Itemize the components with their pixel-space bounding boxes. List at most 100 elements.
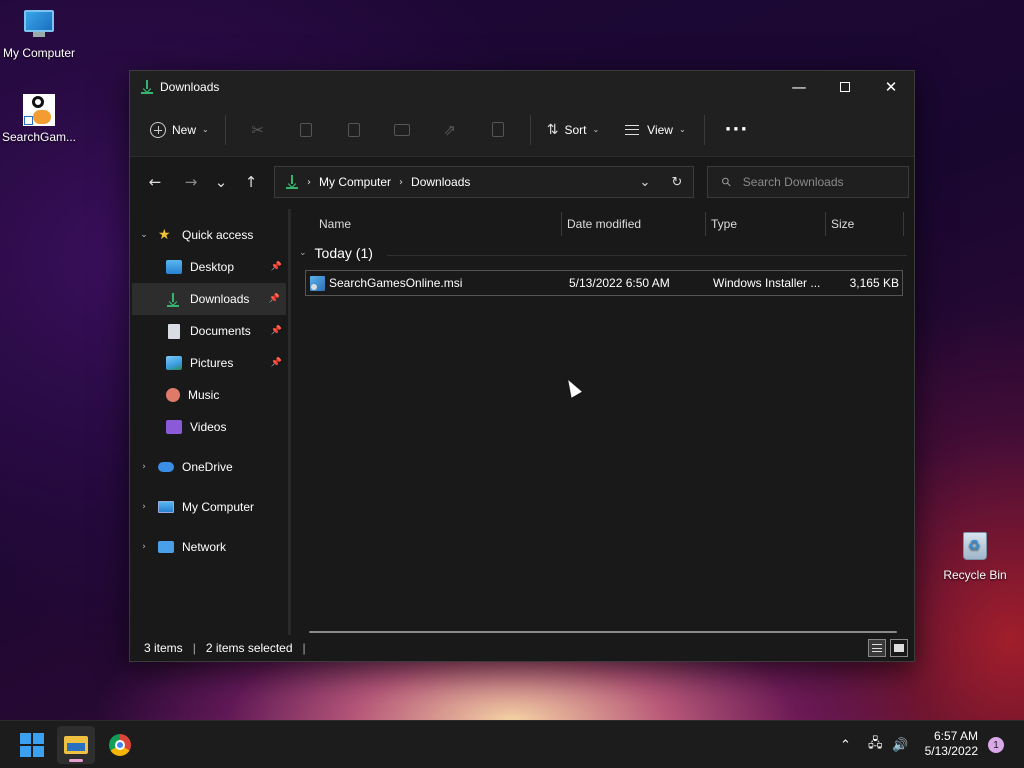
breadcrumb-my-computer[interactable]: My Computer [319, 175, 391, 189]
toolbar-divider [529, 114, 531, 145]
see-more-button[interactable]: ··· [713, 119, 761, 140]
tiles-view-icon [894, 644, 904, 652]
chevron-down-icon: ⌄ [299, 248, 307, 258]
new-button[interactable]: New ⌄ [142, 113, 217, 147]
chevron-right-icon[interactable]: › [130, 502, 158, 512]
navigation-bar: ← → ⌄ ↑ › My Computer › Downloads ⌄ ↻ ⚲ [130, 157, 914, 207]
selection-count: 2 items selected [205, 641, 293, 655]
column-header-name[interactable]: Name [319, 209, 351, 239]
desktop-icon-searchgames[interactable]: SearchGam... [0, 94, 78, 144]
notification-badge[interactable]: 1 [988, 737, 1004, 753]
file-size: 3,165 KB [849, 276, 899, 290]
sidebar-item-my-computer[interactable]: › My Computer [130, 491, 288, 523]
sidebar-item-music[interactable]: Music [130, 379, 288, 411]
pin-icon: 📌 [270, 358, 282, 368]
network-status-icon[interactable]: 🖧 [868, 734, 886, 756]
sidebar-item-documents[interactable]: Documents 📌 [130, 315, 288, 347]
search-input[interactable] [742, 175, 893, 189]
forward-button[interactable]: → [176, 167, 206, 197]
status-bar: 3 items | 2 items selected | [130, 635, 914, 661]
start-button[interactable] [13, 726, 51, 764]
tiles-view-button[interactable] [890, 639, 908, 657]
sidebar-item-label: My Computer [182, 500, 255, 514]
search-box[interactable]: ⚲ [707, 166, 909, 198]
active-app-indicator [69, 759, 83, 762]
taskbar-clock[interactable]: 6:57 AM 5/13/2022 [925, 729, 978, 759]
recycle-bin-icon [959, 532, 991, 564]
address-history-button[interactable]: ⌄ [629, 175, 661, 190]
table-row[interactable]: SearchGamesOnline.msi 5/13/2022 6:50 AM … [305, 270, 903, 296]
sidebar-item-desktop[interactable]: Desktop 📌 [130, 251, 288, 283]
desktop-icon-my-computer[interactable]: My Computer [0, 8, 78, 60]
sidebar-item-network[interactable]: › Network [130, 531, 288, 563]
volume-icon[interactable]: 🔊 [892, 738, 908, 753]
up-button[interactable]: ↑ [236, 167, 266, 197]
close-button[interactable]: ✕ [868, 71, 914, 103]
chevron-down-icon[interactable]: ⌄ [130, 230, 158, 240]
sidebar-item-videos[interactable]: Videos [130, 411, 288, 443]
column-header-date-modified[interactable]: Date modified [567, 209, 641, 239]
status-divider: | [302, 641, 306, 655]
sidebar-item-quick-access[interactable]: ⌄ ★ Quick access [130, 219, 288, 251]
column-divider[interactable] [903, 212, 904, 236]
column-divider[interactable] [825, 212, 826, 236]
title-bar[interactable]: Downloads — ✕ [130, 71, 914, 103]
downloads-icon [166, 292, 182, 307]
chevron-right-icon: › [399, 176, 404, 188]
sidebar-item-label: Music [188, 388, 220, 402]
delete-icon [491, 122, 504, 137]
delete-button[interactable] [474, 113, 522, 147]
sidebar-item-pictures[interactable]: Pictures 📌 [130, 347, 288, 379]
column-divider[interactable] [561, 212, 562, 236]
chevron-right-icon[interactable]: › [130, 462, 158, 472]
file-explorer-icon [64, 736, 88, 754]
videos-icon [166, 420, 182, 434]
column-header-type[interactable]: Type [711, 209, 737, 239]
paste-button[interactable] [330, 113, 378, 147]
recent-locations-button[interactable]: ⌄ [206, 167, 236, 197]
sidebar-item-label: Documents [190, 324, 251, 338]
horizontal-scrollbar[interactable] [309, 631, 897, 633]
chevron-down-icon: ⌄ [592, 125, 600, 134]
maximize-button[interactable] [822, 71, 868, 103]
desktop-icon-recycle-bin[interactable]: Recycle Bin [936, 530, 1014, 582]
column-divider[interactable] [705, 212, 706, 236]
desktop-icon-label: SearchGam... [1, 130, 77, 144]
view-button[interactable]: View ⌄ [617, 113, 694, 147]
sidebar-item-label: Desktop [190, 260, 235, 274]
toolbar-divider [224, 114, 226, 145]
new-label: New [172, 122, 197, 137]
address-bar[interactable]: › My Computer › Downloads ⌄ ↻ [274, 166, 694, 198]
sort-button[interactable]: ⇅ Sort ⌄ [539, 113, 607, 147]
group-header-today[interactable]: ⌄ Today (1) [299, 245, 373, 261]
sidebar-item-downloads[interactable]: Downloads 📌 [132, 283, 286, 315]
copy-button[interactable] [282, 113, 330, 147]
taskbar: ⌃ 🖧 🔊 6:57 AM 5/13/2022 1 [0, 720, 1024, 768]
downloads-icon [285, 174, 299, 190]
monitor-icon [23, 10, 55, 42]
column-header-size[interactable]: Size [831, 209, 854, 239]
chevron-down-icon: ⌄ [202, 125, 209, 134]
desktop-folder-icon [166, 260, 182, 274]
cut-button[interactable]: ✂ [234, 113, 282, 147]
sidebar-item-label: Videos [190, 420, 227, 434]
back-button[interactable]: ← [140, 167, 170, 197]
computer-icon [158, 501, 174, 513]
minimize-button[interactable]: — [776, 71, 822, 103]
view-icon [625, 124, 640, 135]
taskbar-file-explorer[interactable] [57, 726, 95, 764]
file-name: SearchGamesOnline.msi [329, 276, 463, 290]
breadcrumb-downloads[interactable]: Downloads [411, 175, 470, 189]
taskbar-chrome[interactable] [101, 726, 139, 764]
desktop-icon-label: Recycle Bin [943, 568, 1007, 582]
pin-icon: 📌 [270, 262, 282, 272]
item-count: 3 items [144, 641, 183, 655]
sidebar-item-onedrive[interactable]: › OneDrive [130, 451, 288, 483]
maximize-icon [840, 82, 850, 92]
share-button[interactable]: ⇗ [426, 113, 474, 147]
refresh-button[interactable]: ↻ [661, 175, 693, 190]
details-view-button[interactable] [868, 639, 886, 657]
rename-button[interactable] [378, 113, 426, 147]
show-hidden-icons-button[interactable]: ⌃ [840, 738, 856, 753]
chevron-right-icon[interactable]: › [130, 542, 158, 552]
